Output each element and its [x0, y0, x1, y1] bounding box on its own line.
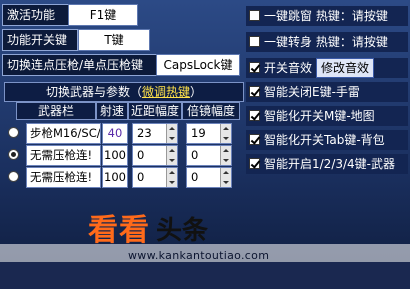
checkbox-checked[interactable] — [249, 62, 260, 73]
weapon-select[interactable]: 无需压枪连! — [26, 167, 101, 188]
scope-value: 19 — [191, 126, 206, 140]
bottom-strip — [0, 262, 410, 289]
scope-spinner[interactable]: 0 — [186, 167, 232, 188]
checkbox-checked[interactable] — [249, 158, 260, 169]
switch-mode-hotkey-field[interactable]: CapsLock键 — [156, 54, 240, 76]
checkbox-checked[interactable] — [249, 134, 260, 145]
watermark-suffix: 头条 — [156, 216, 209, 246]
weapon-radio-selected[interactable] — [8, 149, 19, 160]
option-label: 一键跳窗 热键：请按键 — [264, 9, 388, 23]
weapon-row: 无需压枪连! 100 0 0 — [4, 144, 242, 166]
weapon-row: 无需压枪连! 100 0 0 — [4, 166, 242, 188]
watermark-brand: 看看 — [88, 213, 150, 248]
column-weapon: 武器栏 — [16, 102, 96, 120]
option-label: 开关音效 — [264, 61, 313, 75]
scope-value: 0 — [191, 148, 199, 162]
option-label: 智能化开关M键-地图 — [264, 109, 375, 123]
near-value: 0 — [137, 170, 145, 184]
scope-spinner[interactable]: 19 — [186, 123, 232, 144]
scope-value: 0 — [191, 170, 199, 184]
weapon-section-header: 切换武器与参数（微调热键） — [4, 82, 244, 102]
weapon-radio[interactable] — [8, 127, 19, 138]
spin-arrows-icon[interactable] — [166, 124, 177, 143]
weapon-row: 步枪M16/SC/ 40 23 19 — [4, 122, 242, 144]
checkbox-checked[interactable] — [249, 110, 260, 121]
column-near: 近距幅度 — [128, 102, 182, 120]
watermark-logo: 看看 头条 — [88, 214, 208, 248]
backpack-option[interactable]: 智能化开关Tab键-背包 — [246, 130, 408, 150]
option-label: 智能开启1/2/3/4键-武器 — [264, 157, 395, 171]
spin-arrows-icon[interactable] — [220, 168, 231, 187]
weapon-radio[interactable] — [8, 171, 19, 182]
app-window: 激活功能 F1键 功能开关键 T键 切换连点压枪/单点压枪键 CapsLock键… — [0, 0, 410, 289]
activate-hotkey-field[interactable]: F1键 — [68, 4, 138, 26]
option-label: 智能关闭E键-手雷 — [264, 85, 360, 99]
weapon-select[interactable]: 无需压枪连! — [26, 145, 101, 166]
spin-arrows-icon[interactable] — [166, 168, 177, 187]
checkbox[interactable] — [249, 36, 260, 47]
column-rate: 射速 — [96, 102, 128, 120]
option-label: 一键转身 热键：请按键 — [264, 35, 388, 49]
modify-sound-button[interactable]: 修改音效 — [316, 58, 375, 78]
spin-arrows-icon[interactable] — [220, 124, 231, 143]
spin-arrows-icon[interactable] — [166, 146, 177, 165]
spin-arrows-icon[interactable] — [220, 146, 231, 165]
switch-mode-label: 切换连点压枪/单点压枪键 — [2, 54, 158, 76]
header-text: 切换武器与参数（ — [45, 85, 142, 99]
checkbox[interactable] — [249, 10, 260, 21]
rate-field[interactable]: 40 — [102, 123, 128, 144]
rate-field[interactable]: 100 — [102, 167, 128, 188]
activate-label: 激活功能 — [2, 4, 70, 26]
rate-field[interactable]: 100 — [102, 145, 128, 166]
option-label: 智能化开关Tab键-背包 — [264, 133, 385, 147]
column-scope: 倍镜幅度 — [182, 102, 240, 120]
near-spinner[interactable]: 0 — [132, 167, 178, 188]
near-spinner[interactable]: 0 — [132, 145, 178, 166]
left-panel: 激活功能 F1键 功能开关键 T键 切换连点压枪/单点压枪键 CapsLock键… — [2, 2, 244, 192]
fine-tune-hotkey-link[interactable]: 微调热键 — [142, 85, 190, 99]
scope-spinner[interactable]: 0 — [186, 145, 232, 166]
near-spinner[interactable]: 23 — [132, 123, 178, 144]
watermark-url: www.kankantoutiao.com — [128, 249, 270, 262]
grenade-option[interactable]: 智能关闭E键-手雷 — [246, 82, 408, 102]
sound-option[interactable]: 开关音效 修改音效 — [246, 58, 408, 78]
near-value: 23 — [137, 126, 152, 140]
map-option[interactable]: 智能化开关M键-地图 — [246, 106, 408, 126]
jump-window-option[interactable]: 一键跳窗 热键：请按键 — [246, 6, 408, 26]
near-value: 0 — [137, 148, 145, 162]
toggle-label: 功能开关键 — [2, 29, 78, 51]
weapon-select[interactable]: 步枪M16/SC/ — [26, 123, 101, 144]
checkbox-checked[interactable] — [249, 86, 260, 97]
toggle-hotkey-field[interactable]: T键 — [78, 29, 150, 51]
header-close: ） — [190, 85, 203, 99]
weapon-keys-option[interactable]: 智能开启1/2/3/4键-武器 — [246, 154, 408, 174]
quick-turn-option[interactable]: 一键转身 热键：请按键 — [246, 32, 408, 52]
